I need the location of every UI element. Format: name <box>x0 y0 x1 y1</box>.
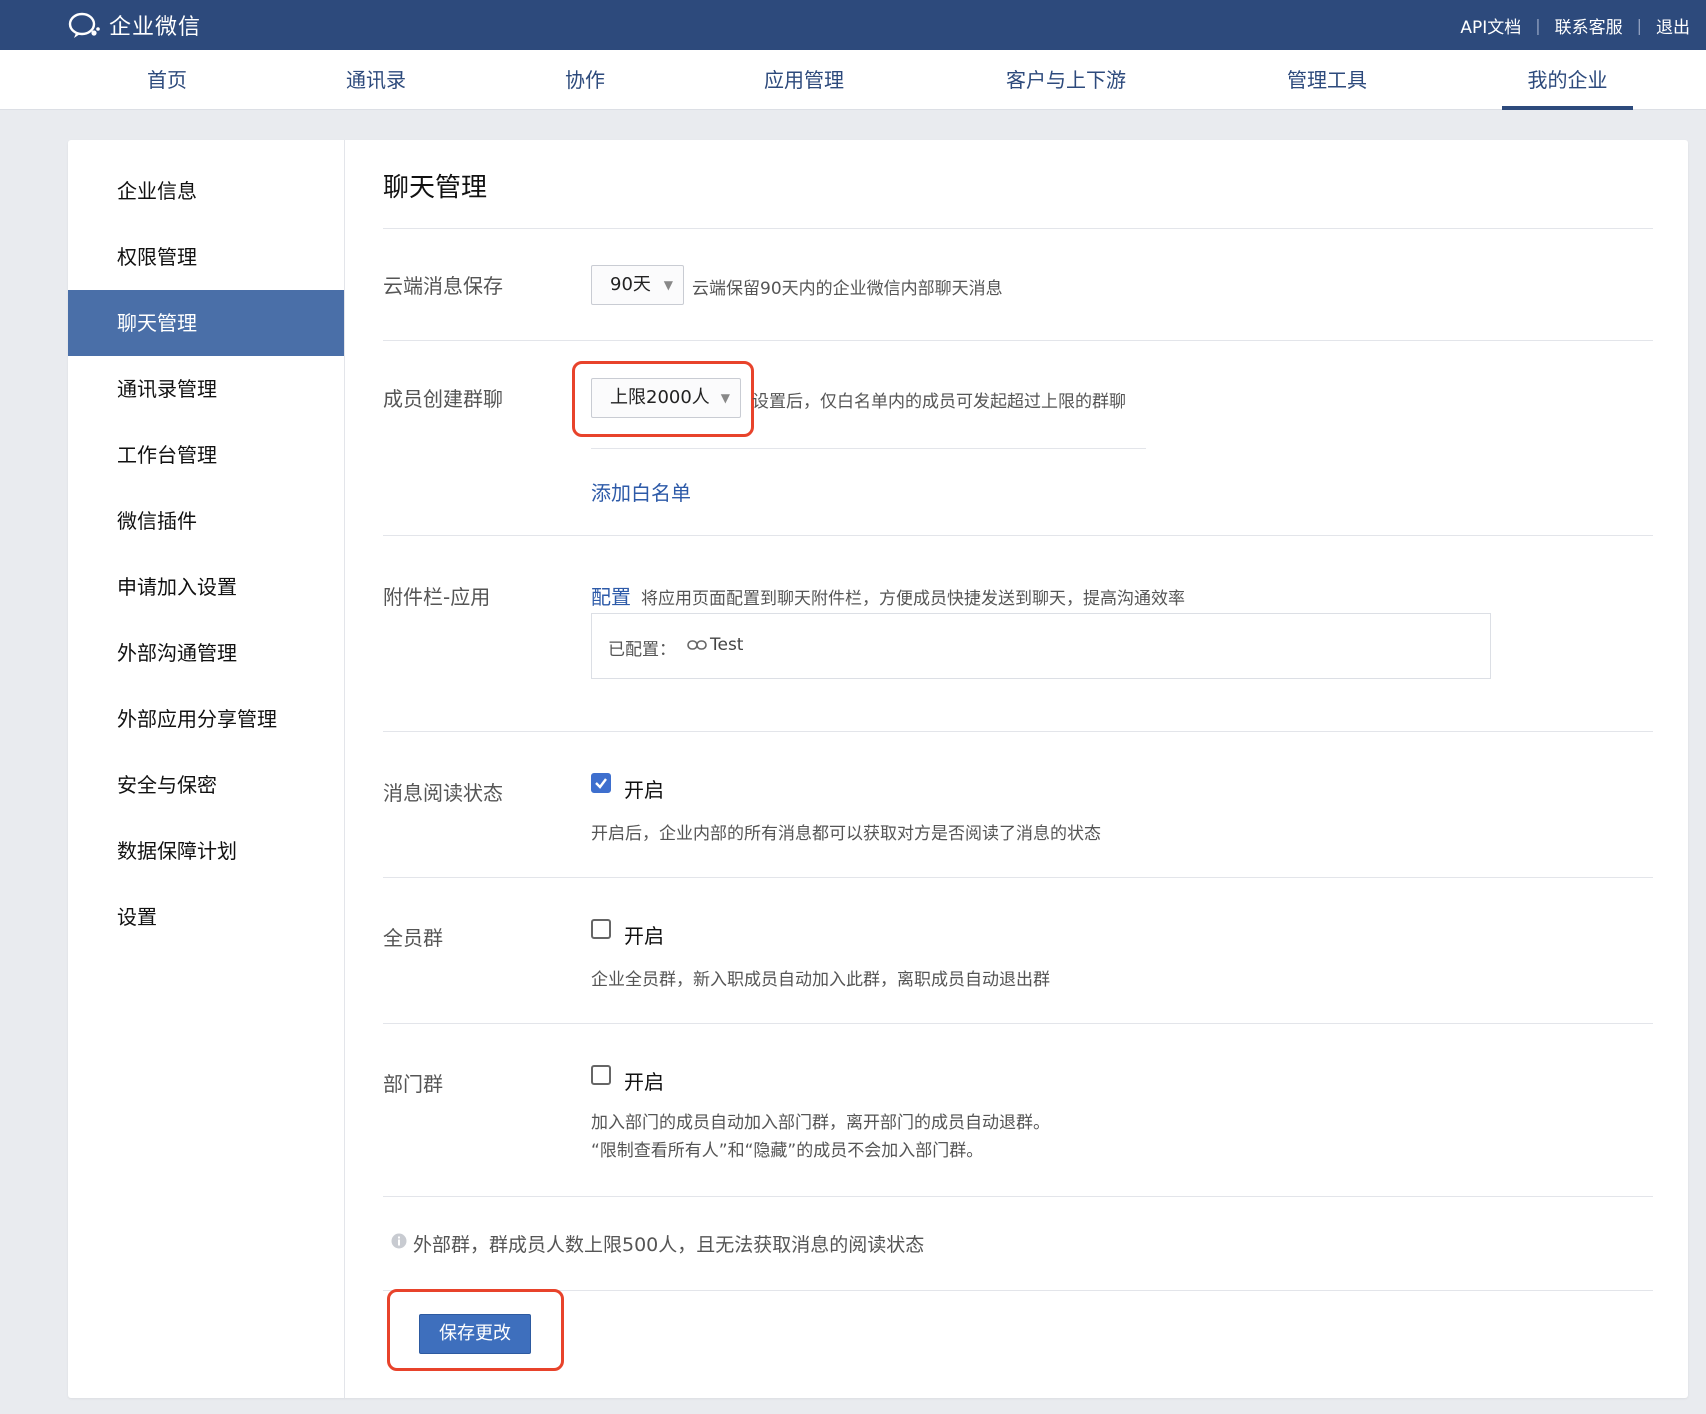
divider <box>383 228 1653 229</box>
group-create-label: 成员创建群聊 <box>383 387 503 411</box>
nav-contacts[interactable]: 通讯录 <box>336 50 416 110</box>
separator: | <box>1636 16 1642 35</box>
api-docs-link[interactable]: API文档 <box>1460 13 1521 38</box>
read-status-desc: 开启后，企业内部的所有消息都可以获取对方是否阅读了消息的状态 <box>591 824 1101 844</box>
top-bar: 企业微信 API文档 | 联系客服 | 退出 <box>0 0 1706 50</box>
divider <box>383 731 1653 732</box>
attachment-label: 附件栏-应用 <box>383 585 491 609</box>
read-status-label: 消息阅读状态 <box>383 781 503 805</box>
nav-customers[interactable]: 客户与上下游 <box>996 50 1136 110</box>
cloud-storage-label: 云端消息保存 <box>383 274 503 298</box>
sidebar-item-data-protection[interactable]: 数据保障计划 <box>68 818 344 884</box>
settings-panel: 企业信息 权限管理 聊天管理 通讯录管理 工作台管理 微信插件 申请加入设置 外… <box>68 140 1688 1398</box>
sidebar-item-chat-management[interactable]: 聊天管理 <box>68 290 344 356</box>
divider <box>591 448 1146 449</box>
read-status-checkbox[interactable] <box>591 773 611 793</box>
sidebar-item-external-share[interactable]: 外部应用分享管理 <box>68 686 344 752</box>
cloud-storage-value: 90天 <box>610 274 651 295</box>
all-member-group-option[interactable]: 开启 <box>624 920 664 949</box>
configured-app-test[interactable]: Test <box>710 635 743 655</box>
dept-group-option[interactable]: 开启 <box>624 1066 664 1095</box>
content-area: 聊天管理 云端消息保存 90天 ▼ 云端保留90天内的企业微信内部聊天消息 成员… <box>383 140 1653 1398</box>
all-member-group-checkbox[interactable] <box>591 919 611 939</box>
save-button[interactable]: 保存更改 <box>419 1314 531 1354</box>
dept-group-desc-line1: 加入部门的成员自动加入部门群，离开部门的成员自动退群。 <box>591 1113 1050 1133</box>
divider <box>383 1023 1653 1024</box>
group-create-desc: 设置后，仅白名单内的成员可发起超过上限的群聊 <box>752 392 1126 412</box>
divider <box>383 535 1653 536</box>
configured-label: 已配置： <box>608 640 676 660</box>
divider <box>383 877 1653 878</box>
sidebar-item-workbench[interactable]: 工作台管理 <box>68 422 344 488</box>
highlight-box <box>572 361 754 437</box>
wecom-logo-icon <box>68 12 100 38</box>
dept-group-checkbox[interactable] <box>591 1065 611 1085</box>
sidebar-item-permissions[interactable]: 权限管理 <box>68 224 344 290</box>
all-member-group-desc: 企业全员群，新入职成员自动加入此群，离职成员自动退出群 <box>591 970 1050 990</box>
cloud-storage-select[interactable]: 90天 ▼ <box>591 265 684 305</box>
configured-apps-box: 已配置： Test <box>591 613 1491 679</box>
sidebar-item-contacts-management[interactable]: 通讯录管理 <box>68 356 344 422</box>
sidebar: 企业信息 权限管理 聊天管理 通讯录管理 工作台管理 微信插件 申请加入设置 外… <box>68 140 345 1398</box>
sidebar-item-enterprise-info[interactable]: 企业信息 <box>68 158 344 224</box>
all-member-group-label: 全员群 <box>383 926 443 950</box>
divider <box>383 1290 1653 1291</box>
sidebar-item-settings[interactable]: 设置 <box>68 884 344 950</box>
nav-home[interactable]: 首页 <box>131 50 203 110</box>
separator: | <box>1535 16 1541 35</box>
nav-my-enterprise[interactable]: 我的企业 <box>1502 50 1633 110</box>
link-icon <box>687 640 707 650</box>
logo[interactable]: 企业微信 <box>67 11 202 40</box>
external-group-notice: 外部群，群成员人数上限500人，且无法获取消息的阅读状态 <box>413 1234 925 1256</box>
info-icon <box>391 1233 407 1249</box>
sidebar-item-security[interactable]: 安全与保密 <box>68 752 344 818</box>
dept-group-desc-line2: “限制查看所有人”和“隐藏”的成员不会加入部门群。 <box>591 1141 984 1161</box>
sidebar-item-wechat-plugin[interactable]: 微信插件 <box>68 488 344 554</box>
main-nav: 首页 通讯录 协作 应用管理 客户与上下游 管理工具 我的企业 <box>0 50 1706 110</box>
check-icon <box>595 778 607 789</box>
sidebar-item-external-comm[interactable]: 外部沟通管理 <box>68 620 344 686</box>
attachment-desc: 将应用页面配置到聊天附件栏，方便成员快捷发送到聊天，提高沟通效率 <box>641 589 1185 609</box>
dept-group-label: 部门群 <box>383 1072 443 1096</box>
read-status-option[interactable]: 开启 <box>624 774 664 803</box>
top-links: API文档 | 联系客服 | 退出 <box>1460 13 1690 38</box>
nav-app-management[interactable]: 应用管理 <box>755 50 853 110</box>
divider <box>383 340 1653 341</box>
nav-management-tools[interactable]: 管理工具 <box>1278 50 1376 110</box>
dropdown-arrow-icon: ▼ <box>663 278 673 292</box>
nav-collaboration[interactable]: 协作 <box>556 50 614 110</box>
contact-support-link[interactable]: 联系客服 <box>1555 13 1623 38</box>
sidebar-item-join-settings[interactable]: 申请加入设置 <box>68 554 344 620</box>
logout-link[interactable]: 退出 <box>1656 13 1690 38</box>
page-title: 聊天管理 <box>383 173 488 203</box>
divider <box>383 1196 1653 1197</box>
configure-link[interactable]: 配置 <box>591 581 631 610</box>
add-whitelist-link[interactable]: 添加白名单 <box>591 477 691 506</box>
cloud-storage-desc: 云端保留90天内的企业微信内部聊天消息 <box>692 279 1003 299</box>
logo-text: 企业微信 <box>109 15 202 40</box>
